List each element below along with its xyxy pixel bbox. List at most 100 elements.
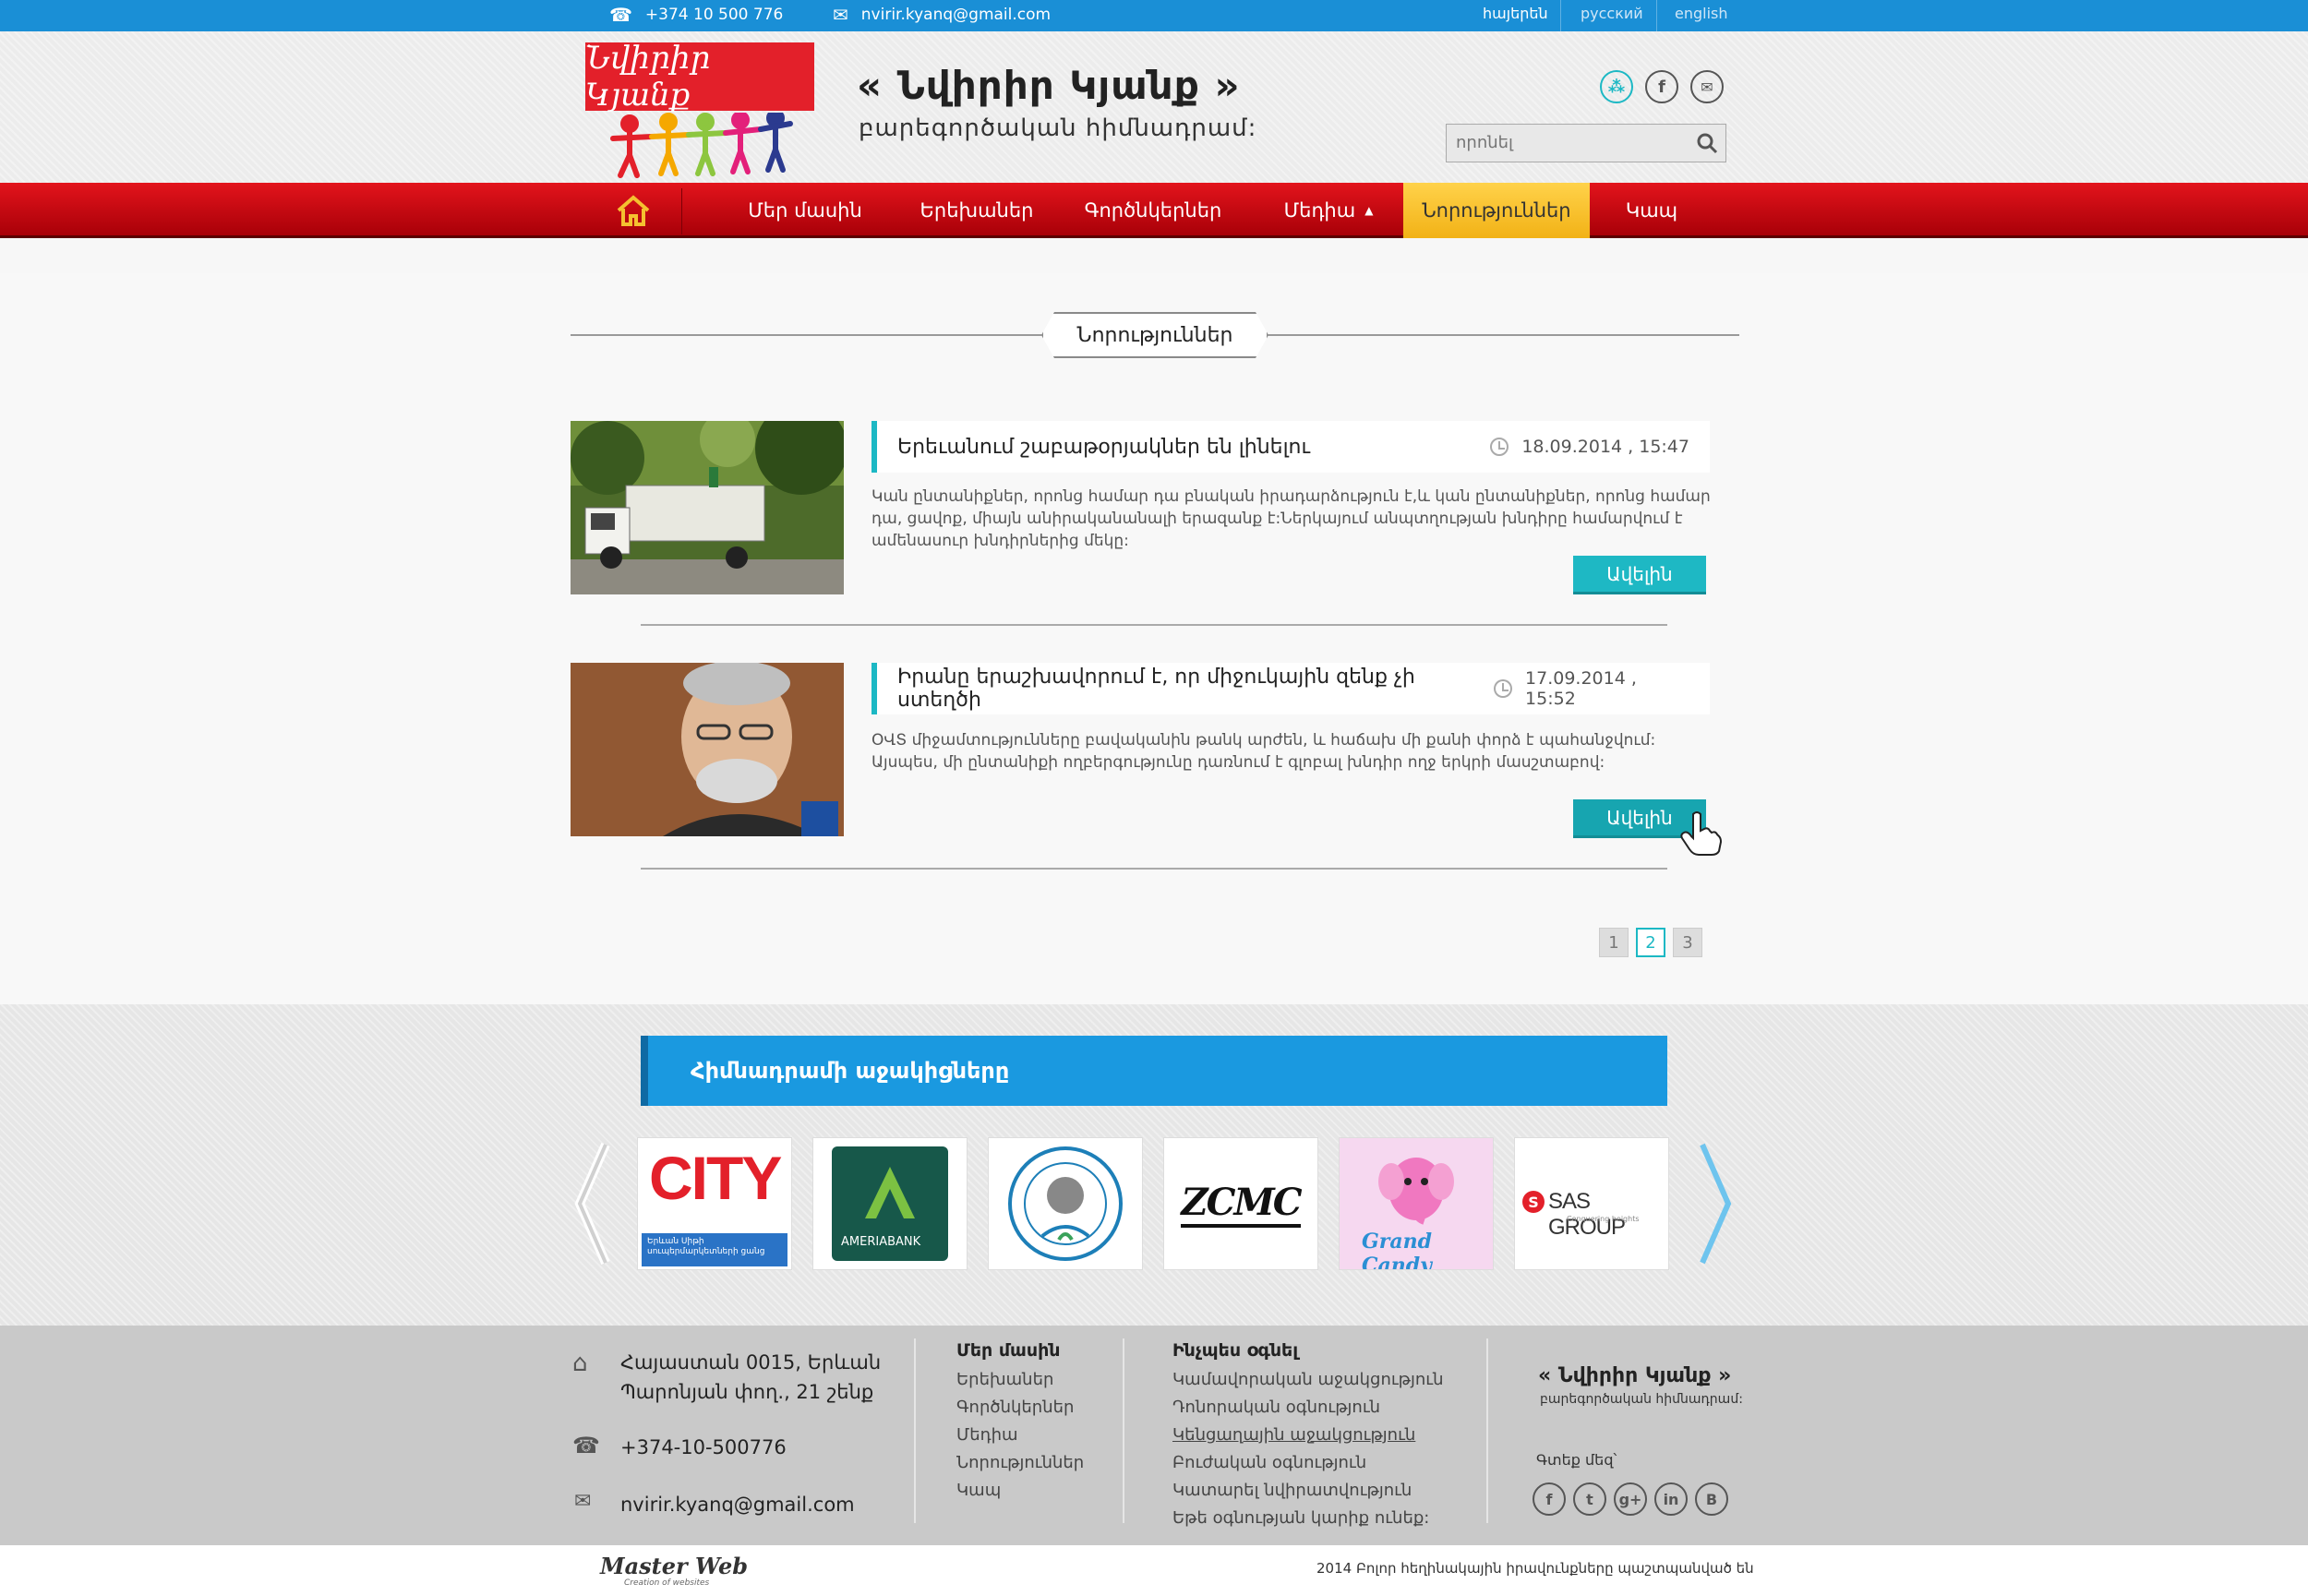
topbar-phone: ☎ +374 10 500 776 (609, 4, 783, 26)
news-divider (641, 868, 1667, 870)
lang-english[interactable]: english (1675, 5, 1728, 22)
search-box (1446, 124, 1726, 162)
footer-col1-title[interactable]: Մեր մասին (956, 1340, 1061, 1361)
twitter-icon[interactable]: t (1573, 1482, 1606, 1516)
footer-col2-title[interactable]: Ինչպես օգնել (1172, 1340, 1298, 1361)
sponsors-title: Հիմնադրամի աջակիցները (641, 1036, 1667, 1106)
footer-address-1: Հայաստան 0015, Երևան (620, 1351, 882, 1374)
nav-children[interactable]: Երեխաներ (903, 183, 1051, 238)
footer-link[interactable]: Բուժական օգնություն (1172, 1453, 1366, 1472)
footer-link[interactable]: Կամավորական աջակցություն (1172, 1370, 1443, 1389)
footer-link[interactable]: Կապ (956, 1481, 1001, 1500)
logo[interactable]: Նվիրիր Կյանք (585, 40, 814, 114)
footer-link[interactable]: Երեխաներ (956, 1370, 1053, 1389)
developer-caption: Creation of websites (624, 1578, 710, 1588)
news-photo-portrait (571, 663, 844, 836)
main-nav: Մեր մասին Երեխաներ Գործնկերներ Մեդիա ▲ Ն… (0, 183, 2308, 238)
footer-link[interactable]: Գործնկերներ (956, 1398, 1074, 1417)
sponsor-sas-group[interactable]: S SAS GROUP Conquering heights (1514, 1137, 1669, 1270)
nav-news[interactable]: Նորություններ (1403, 183, 1590, 238)
news-image[interactable] (571, 421, 844, 594)
news-title[interactable]: Երեւանում շաբաթօրյակներ են լինելու (897, 436, 1310, 459)
sponsor-zcmc[interactable]: ZCMC (1163, 1137, 1318, 1270)
news-date: 18.09.2014 , 15:47 (1490, 437, 1689, 457)
clock-icon (1494, 679, 1513, 698)
footer-link[interactable]: Եթե օգնության կարիք ունեք: (1172, 1508, 1429, 1528)
news-title[interactable]: Իրանը երաշխավորում է, որ միջուկային զենք… (897, 666, 1494, 712)
lang-armenian[interactable]: հայերեն (1483, 5, 1548, 22)
sponsor-ameriabank[interactable]: AMERIABANK (812, 1137, 968, 1270)
news-excerpt: Կան ընտանիքներ, որոնց համար դա բնական իր… (872, 487, 1711, 550)
section-title: Նորություններ (1041, 312, 1268, 358)
section-line (1267, 334, 1739, 336)
bottom-bar (0, 1545, 2308, 1596)
home-icon (617, 195, 650, 226)
arrow-left-icon[interactable] (574, 1141, 611, 1266)
nav-contact[interactable]: Կապ (1590, 183, 1713, 238)
page-1[interactable]: 1 (1599, 928, 1629, 957)
developer-logo[interactable]: Master Web (600, 1553, 748, 1579)
topbar-email-text[interactable]: nvirir.kyanq@gmail.com (861, 6, 1051, 24)
footer-email[interactable]: nvirir.kyanq@gmail.com (620, 1494, 855, 1516)
sponsor-zcmc-logo: ZCMC (1181, 1181, 1303, 1228)
search-icon[interactable] (1696, 132, 1718, 154)
footer-link[interactable]: Մեդիա (956, 1425, 1018, 1445)
sitemap-icon[interactable]: ⁂ (1600, 70, 1633, 103)
footer-link[interactable]: Կատարել նվիրատվություն (1172, 1481, 1412, 1500)
facebook-icon[interactable]: f (1533, 1482, 1566, 1516)
nav-home[interactable] (585, 183, 681, 238)
university-seal-icon (1008, 1146, 1123, 1261)
footer-brand-subtitle: բարեգործական հիմնադրամ: (1540, 1392, 1743, 1407)
elephant-icon (1378, 1158, 1454, 1225)
footer-find-us: Գտեք մեզ՝ (1536, 1451, 1617, 1469)
facebook-icon[interactable]: f (1645, 70, 1678, 103)
logo-figures (610, 113, 793, 178)
page-2[interactable]: 2 (1636, 928, 1665, 957)
sponsor-grand-candy[interactable]: Grand Candy (1339, 1137, 1494, 1270)
hand-cursor-icon (1680, 811, 1723, 856)
logo-text: Նվիրիր Կյանք (585, 40, 711, 114)
news-header: Իրանը երաշխավորում է, որ միջուկային զենք… (872, 663, 1710, 714)
lang-russian[interactable]: русский (1581, 5, 1643, 22)
mail-icon[interactable]: ✉ (1690, 70, 1724, 103)
news-date-text: 18.09.2014 , 15:47 (1521, 437, 1689, 457)
sponsor-city[interactable]: CITY Երևան Սիթի սուպերմարկետների ցանց (637, 1137, 792, 1270)
sponsor-grand-candy-text: Grand Candy (1362, 1230, 1433, 1270)
footer-link[interactable]: Նորություններ (956, 1453, 1084, 1472)
nav-media-label: Մեդիա (1283, 199, 1356, 222)
ameria-chevron-icon (865, 1167, 915, 1218)
news-divider (641, 624, 1667, 626)
arrow-right-icon[interactable] (1697, 1141, 1734, 1266)
footer-brand-title: « Նվիրիր Կյանք » (1538, 1364, 1732, 1387)
sponsor-university[interactable] (988, 1137, 1143, 1270)
nav-media[interactable]: Մեդիա ▲ (1259, 183, 1398, 238)
sponsor-city-caption: Երևան Սիթի սուպերմարկետների ցանց (642, 1233, 787, 1266)
nav-about[interactable]: Մեր մասին (731, 183, 879, 238)
sponsor-ameriabank-text: AMERIABANK (841, 1235, 921, 1249)
phone-icon: ☎ (572, 1433, 600, 1458)
site-title: « Նվիրիր Կյանք » (857, 63, 1241, 108)
footer (0, 1326, 2308, 1545)
news-date-text: 17.09.2014 , 15:52 (1525, 668, 1637, 709)
lang-divider (1656, 0, 1657, 31)
news-header: Երեւանում շաբաթօրյակներ են լինելու 18.09… (872, 421, 1710, 473)
page-3[interactable]: 3 (1673, 928, 1702, 957)
nav-divider (681, 188, 682, 234)
news-image[interactable] (571, 663, 844, 836)
footer-link[interactable]: Կենցաղային աջակցություն (1172, 1425, 1415, 1445)
google-plus-icon[interactable]: g+ (1614, 1482, 1647, 1516)
envelope-icon: ✉ (833, 4, 848, 26)
news-date: 17.09.2014 , 15:52 (1494, 668, 1689, 709)
vk-icon[interactable]: B (1695, 1482, 1728, 1516)
topbar-email[interactable]: ✉ nvirir.kyanq@gmail.com (833, 4, 1051, 26)
more-button[interactable]: Ավելին (1573, 556, 1706, 594)
linkedin-icon[interactable]: in (1654, 1482, 1688, 1516)
triangle-down-icon: ▲ (1364, 204, 1374, 217)
footer-divider (1486, 1338, 1488, 1523)
nav-partners[interactable]: Գործնկերներ (1075, 183, 1232, 238)
footer-link[interactable]: Դոնորական օգնություն (1172, 1398, 1380, 1417)
envelope-icon: ✉ (574, 1490, 592, 1513)
content-area (0, 273, 2308, 1004)
search-input[interactable] (1447, 125, 1677, 160)
news-excerpt: ՕՎՏ միջամտությունները բավականին թանկ արժ… (872, 731, 1656, 772)
